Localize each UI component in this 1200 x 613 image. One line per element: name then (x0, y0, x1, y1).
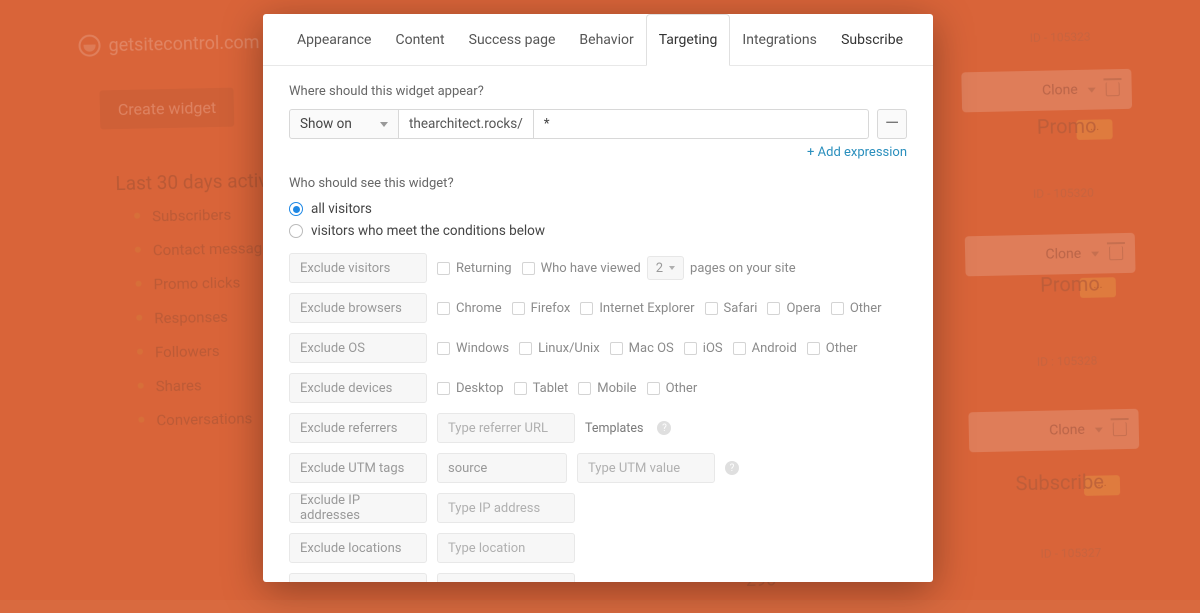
tab-success-page[interactable]: Success page (457, 15, 568, 65)
who-heading: Who should see this widget? (289, 176, 907, 191)
tab-targeting[interactable]: Targeting (646, 14, 731, 66)
language-input[interactable]: Type language (437, 573, 575, 582)
returning-checkbox[interactable] (437, 262, 450, 275)
exclude-utm-select[interactable]: Exclude UTM tags (289, 453, 427, 483)
caret-down-icon (669, 266, 675, 270)
browser-opera-checkbox[interactable] (767, 302, 780, 315)
os-ios-checkbox[interactable] (684, 342, 697, 355)
condition-referrers-row: Exclude referrers Type referrer URL Temp… (289, 413, 907, 443)
tab-integrations[interactable]: Integrations (730, 15, 828, 65)
url-prefix: thearchitect.rocks/ (399, 109, 533, 139)
show-on-label: Show on (300, 116, 352, 132)
minus-icon: — (885, 115, 899, 133)
tab-appearance[interactable]: Appearance (285, 15, 383, 65)
radio-conditional-visitors-label: visitors who meet the conditions below (311, 223, 545, 239)
tab-content[interactable]: Content (383, 15, 456, 65)
exclude-os-select[interactable]: Exclude OS (289, 333, 427, 363)
condition-browsers-row: Exclude browsers Chrome Firefox Internet… (289, 293, 907, 323)
exclude-languages-select[interactable]: Exclude languages (289, 573, 427, 582)
caret-down-icon (380, 122, 388, 127)
condition-locations-row: Exclude locations Type location (289, 533, 907, 563)
viewed-pages-checkbox[interactable] (522, 262, 535, 275)
os-windows-checkbox[interactable] (437, 342, 450, 355)
condition-visitors-row: Exclude visitors Returning Who have view… (289, 253, 907, 283)
utm-param-select[interactable]: source (437, 453, 567, 483)
modal-body: Where should this widget appear? Show on… (263, 66, 933, 582)
modal-tabs: Appearance Content Success page Behavior… (263, 14, 933, 66)
templates-dropdown[interactable]: Templates (585, 421, 647, 436)
conditions-section: Exclude visitors Returning Who have view… (289, 253, 907, 582)
where-heading: Where should this widget appear? (289, 84, 907, 99)
os-other-checkbox[interactable] (807, 342, 820, 355)
exclude-ip-select[interactable]: Exclude IP addresses (289, 493, 427, 523)
browser-chrome-checkbox[interactable] (437, 302, 450, 315)
device-tablet-checkbox[interactable] (514, 382, 527, 395)
radio-all-visitors[interactable] (289, 202, 303, 216)
condition-ip-row: Exclude IP addresses Type IP address (289, 493, 907, 523)
condition-devices-row: Exclude devices Desktop Tablet Mobile Ot… (289, 373, 907, 403)
os-android-checkbox[interactable] (733, 342, 746, 355)
url-pattern-value: * (544, 116, 550, 132)
location-input[interactable]: Type location (437, 533, 575, 563)
device-desktop-checkbox[interactable] (437, 382, 450, 395)
os-linux-checkbox[interactable] (519, 342, 532, 355)
device-other-checkbox[interactable] (647, 382, 660, 395)
exclude-visitors-select[interactable]: Exclude visitors (289, 253, 427, 283)
browser-ie-checkbox[interactable] (580, 302, 593, 315)
exclude-devices-select[interactable]: Exclude devices (289, 373, 427, 403)
browser-other-checkbox[interactable] (831, 302, 844, 315)
help-icon[interactable]: ? (725, 461, 739, 475)
exclude-locations-select[interactable]: Exclude locations (289, 533, 427, 563)
utm-value-input[interactable]: Type UTM value (577, 453, 715, 483)
browser-safari-checkbox[interactable] (705, 302, 718, 315)
condition-utm-row: Exclude UTM tags source Type UTM value ? (289, 453, 907, 483)
radio-conditional-visitors[interactable] (289, 224, 303, 238)
condition-languages-row: Exclude languages Type language (289, 573, 907, 582)
url-pattern-input[interactable]: * (533, 109, 869, 139)
remove-expression-button[interactable]: — (877, 109, 907, 139)
radio-all-visitors-label: all visitors (311, 201, 372, 217)
device-mobile-checkbox[interactable] (578, 382, 591, 395)
widget-settings-modal: Appearance Content Success page Behavior… (263, 14, 933, 582)
add-expression-link[interactable]: + Add expression (289, 145, 907, 160)
show-on-select[interactable]: Show on (289, 109, 399, 139)
subscribe-link[interactable]: Subscribe (841, 32, 911, 48)
tab-behavior[interactable]: Behavior (567, 15, 645, 65)
os-macos-checkbox[interactable] (610, 342, 623, 355)
browser-firefox-checkbox[interactable] (512, 302, 525, 315)
condition-os-row: Exclude OS Windows Linux/Unix Mac OS iOS… (289, 333, 907, 363)
ip-address-input[interactable]: Type IP address (437, 493, 575, 523)
viewed-pages-stepper[interactable]: 2 (647, 256, 684, 280)
exclude-browsers-select[interactable]: Exclude browsers (289, 293, 427, 323)
help-icon[interactable]: ? (657, 421, 671, 435)
referrer-url-input[interactable]: Type referrer URL (437, 413, 575, 443)
exclude-referrers-select[interactable]: Exclude referrers (289, 413, 427, 443)
